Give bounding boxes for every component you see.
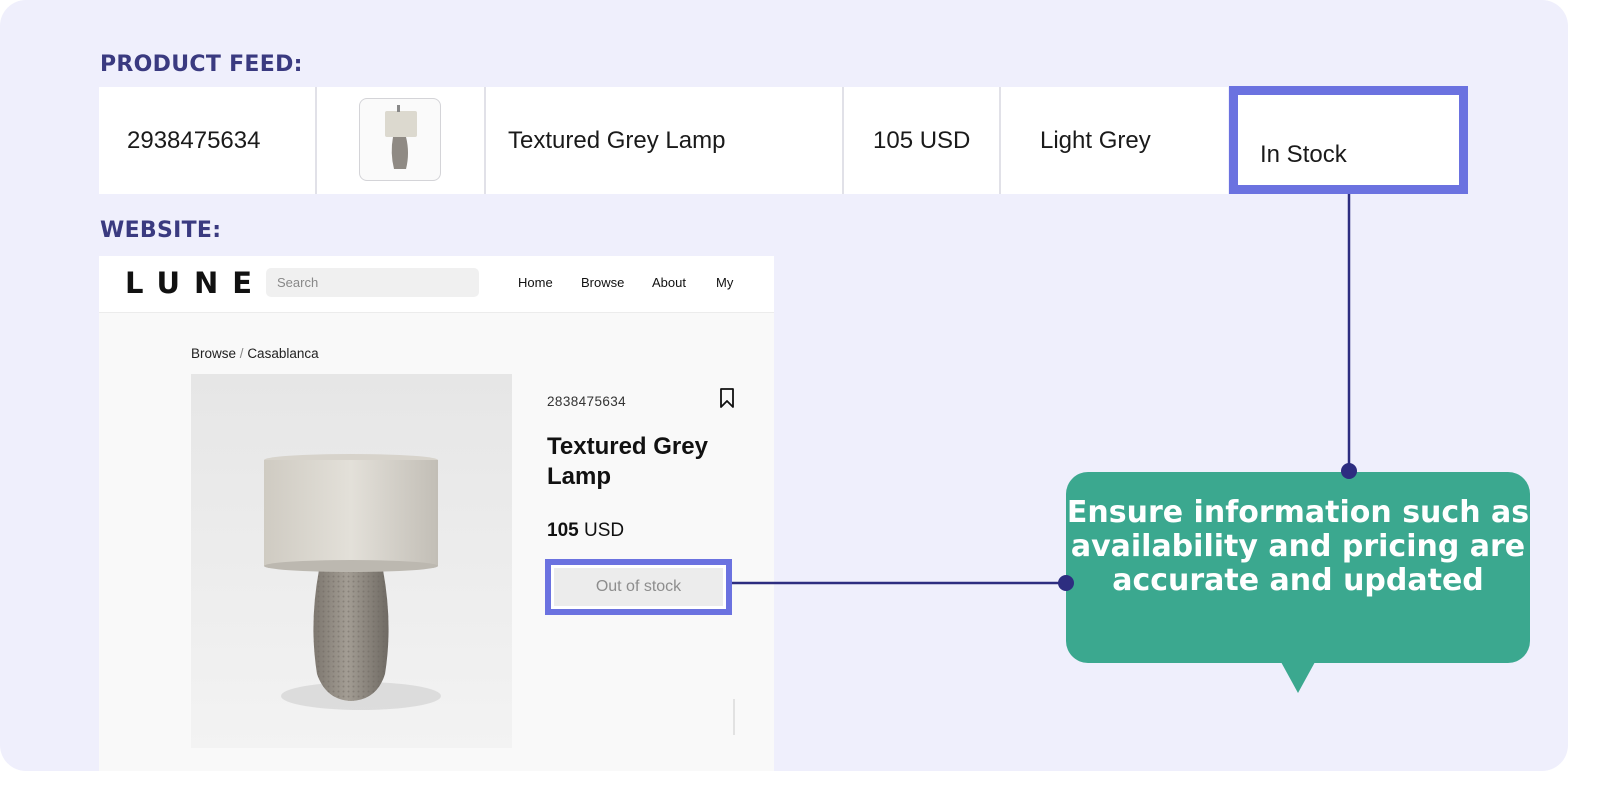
infographic-canvas: PRODUCT FEED: 2938475634 Textured Grey L… [0, 0, 1568, 771]
connector-dots [1058, 463, 1357, 591]
connector-dot-feed [1341, 463, 1357, 479]
connector-dot-website [1058, 575, 1074, 591]
